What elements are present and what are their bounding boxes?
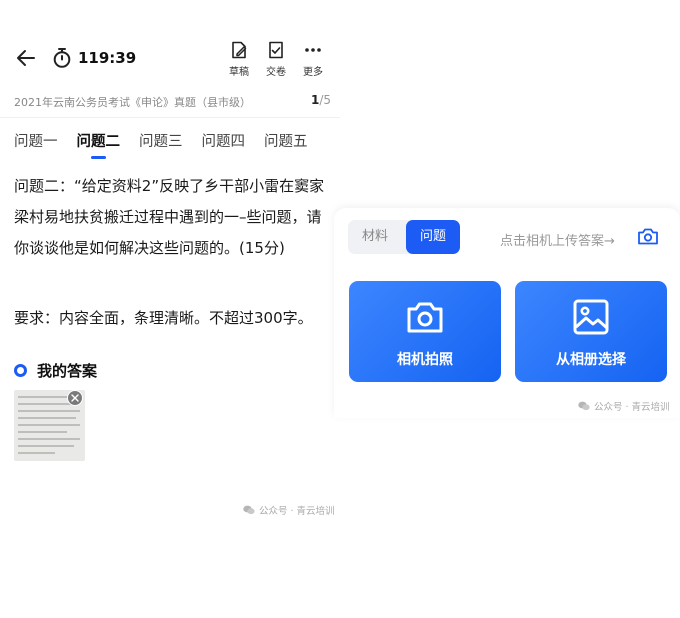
tab-question-4[interactable]: 问题四: [202, 130, 246, 151]
more-button[interactable]: 更多: [298, 40, 328, 78]
answer-title: 我的答案: [37, 362, 98, 380]
segment-question[interactable]: 问题: [406, 220, 460, 254]
camera-icon: [407, 302, 443, 333]
timer-value: 119:39: [78, 49, 137, 67]
image-gallery-icon: [573, 299, 609, 335]
more-label: 更多: [303, 67, 323, 78]
question-requirement: 要求：内容全面，条理清晰。不超过300字。: [14, 309, 313, 327]
camera-upload-button[interactable]: [637, 226, 659, 246]
stopwatch-icon: [53, 48, 71, 68]
divider: [0, 117, 340, 118]
wechat-icon: [578, 401, 590, 411]
draft-edit-icon: [232, 41, 247, 59]
choose-from-album-label: 从相册选择: [556, 352, 626, 368]
tab-question-5[interactable]: 问题五: [264, 130, 308, 151]
more-dots-icon: [305, 48, 321, 52]
submit-label: 交卷: [266, 67, 286, 78]
take-photo-label: 相机拍照: [397, 352, 453, 368]
question-screen: 119:39 草稿 交卷 更多 2021年云南公务员考试《申论》真题（县市级） …: [0, 0, 340, 618]
question-tabs: 问题一 问题二 问题三 问题四 问题五: [14, 130, 327, 159]
draft-button[interactable]: 草稿: [224, 40, 254, 78]
take-photo-button[interactable]: 相机拍照: [349, 281, 501, 382]
tab-question-3[interactable]: 问题三: [139, 130, 183, 151]
wechat-icon: [243, 505, 255, 515]
content-segment-control: 材料 问题: [348, 220, 460, 254]
question-text: 问题二：“给定资料2”反映了乡干部小雷在窦家梁村易地扶贫搬迁过程中遇到的一–些问…: [14, 177, 325, 257]
page-total: /5: [319, 93, 331, 107]
back-button[interactable]: [14, 46, 38, 70]
watermark: 公众号 · 青云培训: [243, 503, 335, 517]
page-indicator: 1/5: [311, 93, 331, 107]
upload-answer-panel: 材料 问题 点击相机上传答案→ 相机拍照 从相册选择: [334, 208, 680, 418]
tab-question-2[interactable]: 问题二: [77, 130, 120, 159]
submit-check-icon: [269, 41, 283, 59]
camera-icon: [638, 228, 658, 245]
watermark-text: 公众号 · 青云培训: [594, 402, 670, 413]
top-bar: 119:39 草稿 交卷 更多: [0, 38, 340, 78]
countdown-timer: 119:39: [52, 46, 136, 70]
back-arrow-icon: [17, 50, 35, 66]
answer-bullet-icon: [14, 364, 27, 377]
tab-question-1[interactable]: 问题一: [14, 130, 58, 151]
remove-photo-button[interactable]: [67, 390, 83, 406]
choose-from-album-button[interactable]: 从相册选择: [515, 281, 667, 382]
close-icon: [71, 394, 79, 402]
watermark: 公众号 · 青云培训: [578, 399, 670, 413]
segment-material[interactable]: 材料: [348, 220, 402, 254]
submit-exam-button[interactable]: 交卷: [261, 40, 291, 78]
upload-hint: 点击相机上传答案→: [500, 234, 615, 249]
draft-label: 草稿: [229, 67, 249, 78]
answer-section-header: 我的答案: [14, 360, 97, 381]
exam-title: 2021年云南公务员考试《申论》真题（县市级）: [14, 96, 251, 109]
watermark-text: 公众号 · 青云培训: [259, 506, 335, 517]
